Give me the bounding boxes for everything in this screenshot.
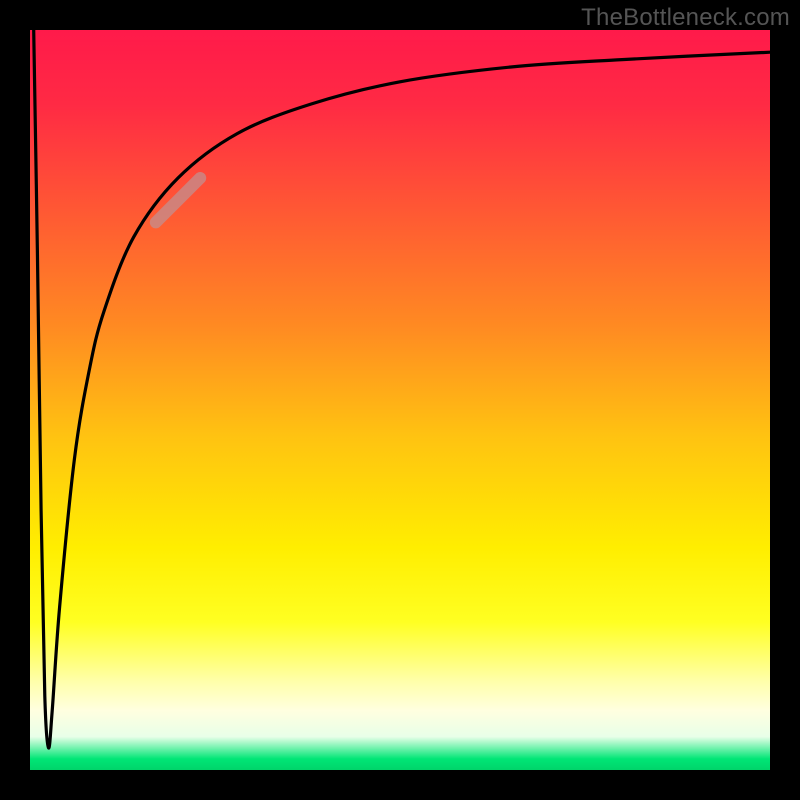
chart-svg bbox=[0, 0, 800, 800]
chart-frame: TheBottleneck.com bbox=[0, 0, 800, 800]
watermark-text: TheBottleneck.com bbox=[581, 4, 790, 32]
plot-background bbox=[30, 30, 770, 770]
